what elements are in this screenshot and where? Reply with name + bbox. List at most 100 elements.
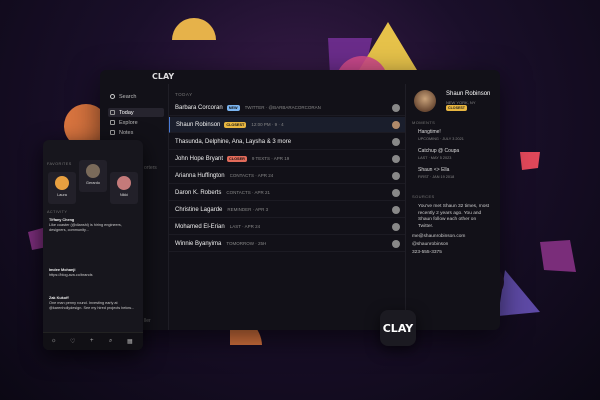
phone-link[interactable]: 323-555-3375 bbox=[412, 250, 442, 255]
activity-text: https://blog.ava.co/brands bbox=[49, 273, 93, 277]
avatar bbox=[55, 176, 69, 190]
activity-text: One man penny round. Investing early at … bbox=[49, 301, 135, 310]
avatar bbox=[392, 205, 400, 214]
status-badge: CLOSER bbox=[227, 155, 247, 162]
activity-item[interactable]: Tiffany Cheng Like coaster (@dianshi) is… bbox=[49, 218, 135, 233]
avatar bbox=[392, 120, 400, 129]
avatar bbox=[392, 239, 400, 248]
list-item[interactable]: John Hope Bryant CLOSER 9 TEXTS · APR 19 bbox=[169, 151, 406, 167]
avatar bbox=[86, 164, 100, 178]
contact-meta: TOMORROW · 25H bbox=[226, 241, 267, 246]
list-item[interactable]: Christine Lagarde REMINDER · APR 3 bbox=[169, 202, 406, 218]
favorite-name: Gerardo bbox=[86, 181, 100, 185]
moments-label: MOMENTS bbox=[412, 120, 436, 125]
contact-name: Shaun Robinson bbox=[176, 121, 221, 128]
avatar bbox=[392, 188, 400, 197]
contact-name: Christine Lagarde bbox=[175, 206, 223, 213]
add-icon[interactable]: + bbox=[90, 338, 94, 344]
avatar bbox=[392, 103, 400, 112]
sidebar-item-label: Explore bbox=[119, 119, 138, 126]
violet-triangle-shape bbox=[498, 270, 540, 316]
moment-title[interactable]: Shaun <> Ella bbox=[418, 167, 449, 173]
window-titlebar: CLAY bbox=[100, 70, 500, 84]
cut-off-text: ller bbox=[144, 318, 151, 324]
contact-name: Barbara Corcoran bbox=[175, 104, 223, 111]
section-label: TODAY bbox=[175, 92, 193, 97]
contact-meta: 12:00 PM · 9 · 4 bbox=[251, 122, 284, 127]
favorite-name: Laura bbox=[57, 193, 67, 197]
mobile-app: FAVORITES Laura Gerardo Nikki ACTIVITY T… bbox=[43, 140, 143, 350]
avatar bbox=[392, 137, 400, 146]
status-badge: CLOSEST bbox=[224, 121, 247, 128]
list-item[interactable]: Barbara Corcoran NEW TWITTER · @BARBARAC… bbox=[169, 100, 406, 116]
search-icon[interactable]: ⌕ bbox=[109, 338, 112, 345]
activity-label: ACTIVITY bbox=[47, 210, 68, 214]
activity-text: Like coaster (@dianshi) is hiring engine… bbox=[49, 223, 122, 232]
contact-meta: CONTACTS · APR 21 bbox=[226, 190, 271, 195]
detail-summary: You've met Shaun 32 times, most recently… bbox=[418, 204, 490, 229]
note-icon bbox=[110, 130, 115, 135]
avatar bbox=[414, 90, 436, 112]
search-icon bbox=[110, 94, 115, 99]
contact-meta: CONTACTS · APR 24 bbox=[229, 173, 274, 178]
contact-name: Winnie Byanyima bbox=[175, 240, 222, 247]
detail-name: Shaun Robinson bbox=[446, 91, 491, 97]
contact-meta: 9 TEXTS · APR 19 bbox=[251, 156, 290, 161]
moment-sub: LAST · MAY 5 2023 bbox=[418, 156, 452, 160]
yellow-semicircle-shape bbox=[172, 18, 216, 40]
grid-icon[interactable]: ▦ bbox=[127, 338, 133, 345]
red-square-shape bbox=[520, 152, 540, 170]
contact-name: John Hope Bryant bbox=[175, 155, 224, 162]
calendar-icon bbox=[110, 110, 115, 115]
tab-bar: ☼ ♡ + ⌕ ▦ bbox=[43, 332, 143, 350]
clay-desktop-window: CLAY Search Today Explore Notes TODAY Ba… bbox=[100, 70, 500, 330]
contact-meta: TWITTER · @BARBARACORCORAN bbox=[244, 105, 321, 110]
contact-name: Arianna Huffington bbox=[175, 172, 225, 179]
cut-off-text: orters bbox=[144, 165, 157, 171]
pink-square-shape bbox=[540, 240, 576, 272]
moment-sub: UPCOMING · JULY 3 2021 bbox=[418, 137, 464, 141]
favorite-card[interactable]: Gerardo bbox=[79, 160, 107, 192]
sidebar-item-notes[interactable]: Notes bbox=[108, 128, 164, 137]
favorite-card[interactable]: Laura bbox=[48, 172, 76, 204]
favorites-label: FAVORITES bbox=[47, 162, 72, 166]
list-item[interactable]: Shaun Robinson CLOSEST 12:00 PM · 9 · 4 bbox=[169, 117, 406, 133]
avatar bbox=[392, 171, 400, 180]
email-link[interactable]: me@shaunrobinson.com bbox=[412, 234, 465, 239]
favorite-card[interactable]: Nikki bbox=[110, 172, 138, 204]
twitter-link[interactable]: @shaunrobinson bbox=[412, 242, 448, 247]
sidebar-item-label: Notes bbox=[119, 129, 134, 136]
heart-icon[interactable]: ♡ bbox=[70, 338, 75, 345]
sources-label: SOURCES bbox=[412, 194, 435, 199]
contact-name: Mohamed El-Erian bbox=[175, 223, 225, 230]
contact-meta: REMINDER · APR 3 bbox=[227, 207, 269, 212]
list-item[interactable]: Mohamed El-Erian LAST · APR 24 bbox=[169, 219, 406, 235]
sidebar-item-today[interactable]: Today bbox=[108, 108, 164, 117]
sun-icon[interactable]: ☼ bbox=[51, 338, 57, 344]
list-item[interactable]: Winnie Byanyima TOMORROW · 25H bbox=[169, 236, 406, 252]
sidebar-item-label: Today bbox=[119, 109, 134, 116]
contact-list: TODAY Barbara Corcoran NEW TWITTER · @BA… bbox=[168, 84, 406, 330]
contact-detail-panel: Shaun Robinson NEW YORK, NY CLOSEST MOME… bbox=[405, 84, 500, 330]
list-item[interactable]: Daron K. Roberts CONTACTS · APR 21 bbox=[169, 185, 406, 201]
sidebar-item-explore[interactable]: Explore bbox=[108, 118, 164, 127]
avatar bbox=[117, 176, 131, 190]
avatar bbox=[392, 222, 400, 231]
list-item[interactable]: Thasunda, Delphine, Ana, Laysha & 3 more bbox=[169, 134, 406, 150]
contact-meta: LAST · APR 24 bbox=[229, 224, 261, 229]
avatar bbox=[392, 154, 400, 163]
compass-icon bbox=[110, 120, 115, 125]
activity-item[interactable]: Zak Kukoff One man penny round. Investin… bbox=[49, 296, 135, 311]
app-title: CLAY bbox=[152, 72, 175, 81]
contact-name: Thasunda, Delphine, Ana, Laysha & 3 more bbox=[175, 138, 292, 145]
moment-title[interactable]: Hangtime! bbox=[418, 129, 441, 135]
sidebar-search-label: Search bbox=[119, 93, 137, 100]
status-badge: CLOSEST bbox=[446, 105, 467, 111]
contact-name: Daron K. Roberts bbox=[175, 189, 222, 196]
sidebar-search[interactable]: Search bbox=[108, 92, 164, 101]
status-badge: NEW bbox=[226, 104, 240, 111]
moment-title[interactable]: Catchup @ Coupa bbox=[418, 148, 459, 154]
list-item[interactable]: Arianna Huffington CONTACTS · APR 24 bbox=[169, 168, 406, 184]
moment-sub: FIRST · JAN 19 2018 bbox=[418, 175, 455, 179]
activity-item[interactable]: Imdee Mohanji https://blog.ava.co/brands bbox=[49, 268, 135, 278]
